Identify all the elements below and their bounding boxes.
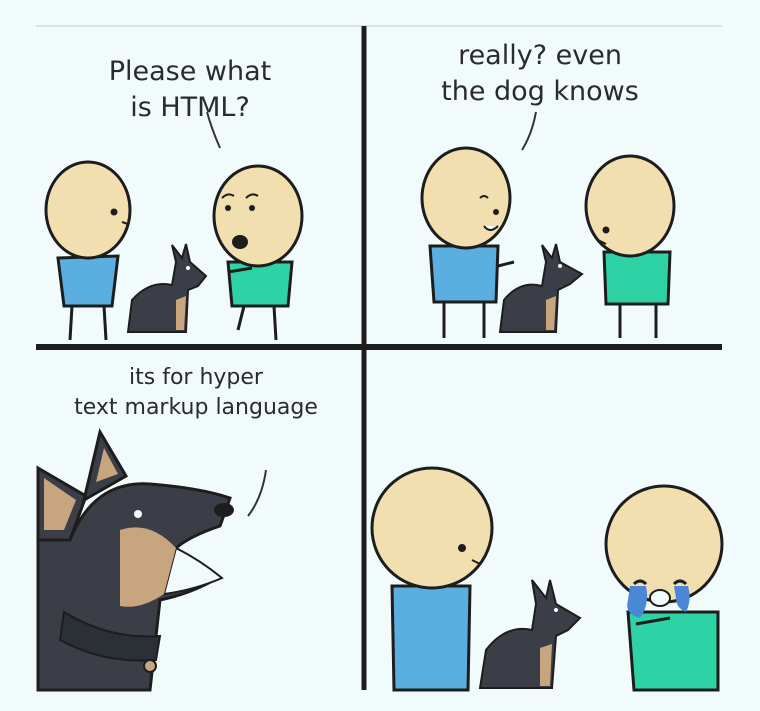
panel-2-speech-tail bbox=[521, 111, 537, 151]
panel-2-speech-line-1: really? even bbox=[458, 40, 622, 71]
green-character-panel-4 bbox=[604, 484, 724, 692]
blue-character-panel-2 bbox=[420, 146, 515, 338]
panel-1-speech-line-2: is HTML? bbox=[130, 92, 250, 123]
tear-right-icon bbox=[674, 586, 690, 612]
panel-1: Please what is HTML? bbox=[44, 56, 304, 341]
panel-3-speech-line-1: its for hyper bbox=[129, 365, 264, 390]
green-character-panel-2 bbox=[584, 154, 676, 338]
panel-1-speech-line-1: Please what bbox=[109, 56, 272, 87]
panel-3: its for hyper text markup language bbox=[36, 365, 318, 692]
comic-page: Please what is HTML? really? even the do… bbox=[0, 0, 760, 711]
dog-panel-2 bbox=[498, 243, 584, 333]
blue-character-panel-1 bbox=[44, 160, 132, 341]
comic-strip: Please what is HTML? really? even the do… bbox=[36, 25, 724, 692]
panel-3-speech-tail bbox=[247, 469, 267, 517]
dog-panel-1 bbox=[126, 243, 208, 333]
green-character-panel-1 bbox=[212, 164, 304, 341]
dog-panel-4 bbox=[478, 579, 582, 689]
blue-character-panel-4 bbox=[370, 466, 494, 692]
panel-2: really? even the dog knows bbox=[420, 40, 676, 338]
panel-2-speech-line-2: the dog knows bbox=[441, 76, 639, 107]
dog-head-panel-3 bbox=[36, 428, 234, 692]
panel-4 bbox=[370, 466, 724, 692]
panel-3-speech-line-2: text markup language bbox=[74, 395, 318, 420]
